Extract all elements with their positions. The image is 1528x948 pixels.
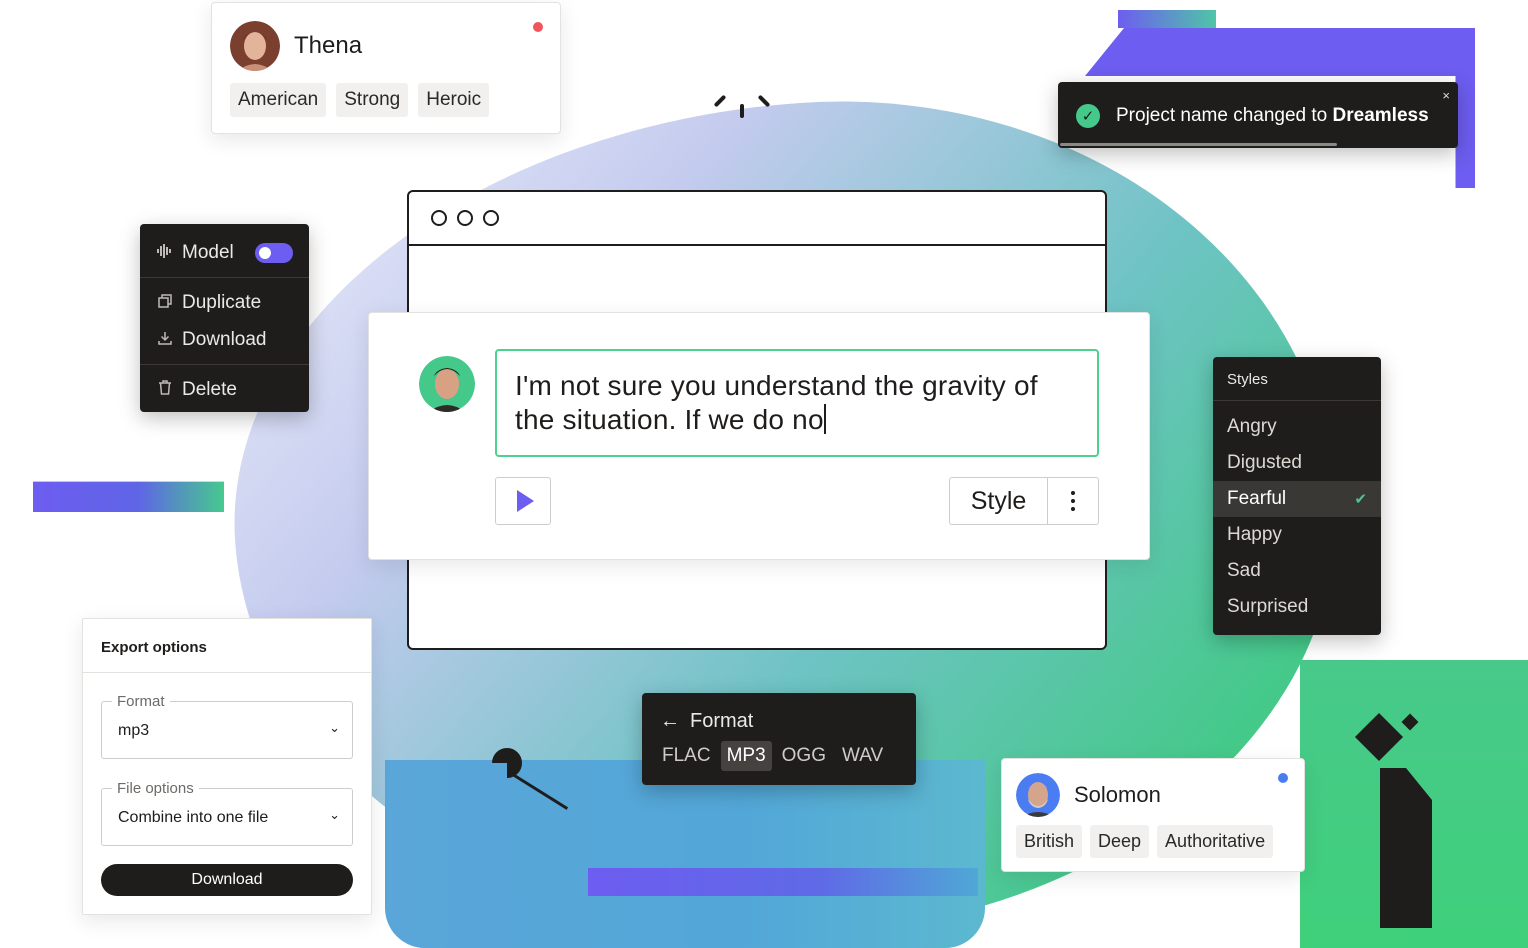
export-options-panel: Export options Format mp3 ⌄ File options… bbox=[82, 618, 372, 915]
project-name: Dreamless bbox=[1332, 105, 1429, 126]
menu-item-label: Model bbox=[182, 241, 234, 263]
style-button-group: Style bbox=[949, 477, 1099, 525]
window-dot-icon[interactable] bbox=[483, 210, 499, 226]
download-icon bbox=[156, 331, 174, 349]
kebab-icon bbox=[1071, 491, 1075, 495]
format-popup: ← Format FLAC MP3 OGG WAV bbox=[642, 693, 916, 785]
toast-message: Project name changed to Dreamless bbox=[1116, 105, 1429, 126]
avatar bbox=[1016, 773, 1060, 817]
duplicate-icon bbox=[156, 293, 174, 312]
trash-icon bbox=[156, 380, 174, 399]
decor-dash bbox=[740, 104, 744, 118]
tag: Strong bbox=[336, 83, 409, 117]
style-option[interactable]: Happy bbox=[1213, 517, 1381, 553]
toast-notification: ✓ Project name changed to Dreamless × bbox=[1058, 82, 1458, 148]
window-dot-icon[interactable] bbox=[457, 210, 473, 226]
format-option-selected[interactable]: MP3 bbox=[720, 741, 772, 771]
chevron-down-icon: ⌄ bbox=[329, 720, 340, 735]
menu-item-label: Duplicate bbox=[182, 291, 262, 313]
tag: Deep bbox=[1090, 825, 1150, 858]
decor-stripe bbox=[1118, 10, 1216, 28]
speaker-card-thena[interactable]: Thena American Strong Heroic bbox=[211, 2, 561, 134]
background-blob-bottom bbox=[385, 760, 985, 948]
style-option-selected[interactable]: Fearful ✔ bbox=[1213, 481, 1381, 517]
model-toggle[interactable] bbox=[255, 242, 293, 263]
decor-stripe bbox=[588, 868, 978, 896]
check-icon: ✔ bbox=[1354, 491, 1367, 508]
tag: Heroic bbox=[418, 83, 490, 117]
style-option[interactable]: Surprised bbox=[1213, 589, 1381, 625]
speaker-card-solomon[interactable]: Solomon British Deep Authoritative bbox=[1001, 758, 1305, 872]
decor-pillar bbox=[1380, 768, 1432, 928]
play-icon bbox=[516, 490, 534, 512]
window-titlebar bbox=[409, 192, 1105, 246]
status-dot bbox=[1278, 773, 1288, 783]
text-editor-card: I'm not sure you understand the gravity … bbox=[368, 312, 1150, 560]
avatar bbox=[230, 21, 280, 71]
context-menu: Model Duplicate Download Delete bbox=[140, 224, 309, 412]
arrow-left-icon: ← bbox=[660, 710, 680, 732]
status-dot bbox=[533, 22, 543, 32]
tag: Authoritative bbox=[1157, 825, 1274, 858]
check-circle-icon: ✓ bbox=[1076, 104, 1100, 128]
window-dot-icon[interactable] bbox=[431, 210, 447, 226]
field-value: Combine into one file bbox=[118, 809, 269, 826]
decor-stripe bbox=[33, 474, 224, 512]
decor-dash bbox=[713, 94, 727, 108]
field-label: File options bbox=[112, 780, 199, 797]
menu-item-download[interactable]: Download bbox=[140, 321, 309, 358]
waveform-icon bbox=[156, 243, 174, 262]
menu-item-label: Delete bbox=[182, 378, 237, 400]
tag: British bbox=[1016, 825, 1083, 858]
field-value: mp3 bbox=[118, 722, 150, 739]
style-option[interactable]: Sad bbox=[1213, 553, 1381, 589]
menu-item-label: Download bbox=[182, 328, 267, 350]
style-button[interactable]: Style bbox=[950, 478, 1048, 524]
style-option[interactable]: Angry bbox=[1213, 409, 1381, 445]
field-label: Format bbox=[112, 693, 170, 710]
menu-divider bbox=[140, 364, 309, 365]
toast-progress-bar bbox=[1060, 143, 1338, 146]
menu-item-duplicate[interactable]: Duplicate bbox=[140, 284, 309, 321]
close-icon[interactable]: × bbox=[1442, 88, 1450, 103]
export-title: Export options bbox=[83, 619, 371, 673]
format-title: Format bbox=[690, 710, 754, 732]
menu-item-model[interactable]: Model bbox=[140, 234, 309, 271]
styles-dropdown: Styles Angry Digusted Fearful ✔ Happy Sad… bbox=[1213, 357, 1381, 635]
format-select[interactable]: Format mp3 ⌄ bbox=[101, 693, 353, 759]
styles-title: Styles bbox=[1213, 357, 1381, 401]
tag: American bbox=[230, 83, 327, 117]
format-back[interactable]: ← Format bbox=[660, 710, 753, 733]
script-text-input[interactable]: I'm not sure you understand the gravity … bbox=[495, 349, 1099, 457]
more-options-button[interactable] bbox=[1048, 478, 1098, 524]
play-button[interactable] bbox=[495, 477, 551, 525]
text-caret bbox=[823, 404, 826, 434]
style-option[interactable]: Digusted bbox=[1213, 445, 1381, 481]
format-option[interactable]: FLAC bbox=[656, 741, 717, 771]
avatar[interactable] bbox=[419, 356, 475, 412]
format-option[interactable]: WAV bbox=[836, 741, 889, 771]
speaker-name: Solomon bbox=[1074, 782, 1161, 807]
format-option[interactable]: OGG bbox=[776, 741, 832, 771]
download-button[interactable]: Download bbox=[101, 864, 353, 896]
speaker-name: Thena bbox=[294, 32, 363, 59]
menu-divider bbox=[140, 277, 309, 278]
chevron-down-icon: ⌄ bbox=[329, 807, 340, 822]
menu-item-delete[interactable]: Delete bbox=[140, 371, 309, 408]
file-options-select[interactable]: File options Combine into one file ⌄ bbox=[101, 780, 353, 846]
